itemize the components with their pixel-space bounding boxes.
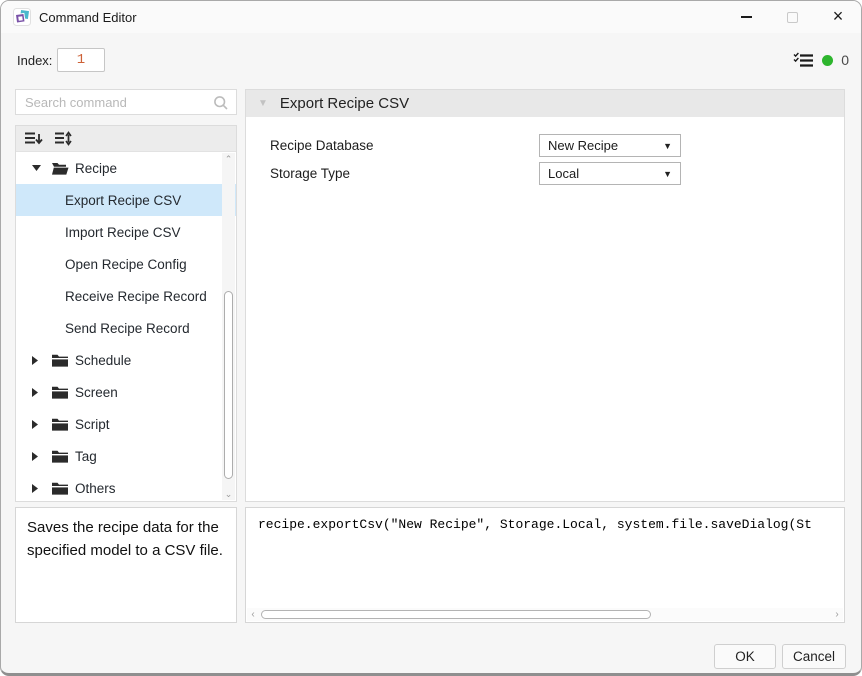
- tree-label: Script: [75, 417, 110, 432]
- detail-panel-title: Export Recipe CSV: [280, 95, 409, 112]
- chevron-collapsed-icon[interactable]: [32, 420, 41, 429]
- recipe-database-label: Recipe Database: [270, 138, 374, 153]
- storage-type-value: Local: [548, 166, 579, 181]
- status-green-dot-icon: [822, 55, 833, 66]
- folder-open-icon: [52, 162, 69, 175]
- error-count: 0: [841, 52, 849, 68]
- expand-all-button[interactable]: [55, 131, 73, 146]
- field-row-recipe-database: Recipe Database New Recipe ▼: [246, 134, 844, 157]
- tree-item-send-recipe-record[interactable]: Send Recipe Record: [16, 312, 236, 344]
- folder-closed-icon: [52, 450, 68, 463]
- scroll-up-icon[interactable]: ⌃: [222, 153, 235, 165]
- detail-panel-header[interactable]: ▼ Export Recipe CSV: [246, 90, 844, 117]
- chevron-collapsed-icon[interactable]: [32, 484, 41, 493]
- scroll-right-icon[interactable]: ›: [831, 608, 843, 621]
- window-title: Command Editor: [39, 10, 137, 25]
- close-button[interactable]: ×: [815, 1, 861, 33]
- tree-label: Export Recipe CSV: [65, 193, 181, 208]
- tree-folder-schedule[interactable]: Schedule: [16, 344, 236, 376]
- cancel-button[interactable]: Cancel: [782, 644, 846, 669]
- folder-closed-icon: [52, 354, 68, 367]
- search-input[interactable]: [16, 90, 236, 114]
- scroll-down-icon[interactable]: ⌄: [222, 488, 235, 500]
- tree-folder-recipe[interactable]: Recipe: [16, 152, 236, 184]
- code-hscrollbar[interactable]: ‹ ›: [247, 608, 843, 621]
- titlebar: Command Editor ×: [1, 1, 861, 33]
- tree-folder-screen[interactable]: Screen: [16, 376, 236, 408]
- collapse-all-button[interactable]: [25, 131, 43, 146]
- tree-label: Tag: [75, 449, 97, 464]
- tree-label: Schedule: [75, 353, 131, 368]
- folder-closed-icon: [52, 418, 68, 431]
- ok-button[interactable]: OK: [714, 644, 776, 669]
- status-cluster: 0: [793, 50, 849, 70]
- tree-rows: Recipe Export Recipe CSV Import Recipe C…: [16, 152, 236, 501]
- tree-label: Import Recipe CSV: [65, 225, 181, 240]
- tree-label: Send Recipe Record: [65, 321, 190, 336]
- tree-folder-others[interactable]: Others: [16, 472, 236, 501]
- command-editor-window: Command Editor × Index: 0: [0, 0, 862, 676]
- code-hscrollbar-thumb[interactable]: [261, 610, 651, 619]
- chevron-down-icon: ▼: [663, 169, 672, 179]
- tree-label: Screen: [75, 385, 118, 400]
- chevron-collapsed-icon[interactable]: [32, 356, 41, 365]
- tree-item-export-recipe-csv[interactable]: Export Recipe CSV: [16, 184, 236, 216]
- tree-item-import-recipe-csv[interactable]: Import Recipe CSV: [16, 216, 236, 248]
- recipe-database-select[interactable]: New Recipe ▼: [539, 134, 681, 157]
- error-list-icon[interactable]: [793, 52, 814, 69]
- minimize-button[interactable]: [723, 1, 769, 33]
- scroll-left-icon[interactable]: ‹: [247, 608, 259, 621]
- storage-type-select[interactable]: Local ▼: [539, 162, 681, 185]
- tree-item-receive-recipe-record[interactable]: Receive Recipe Record: [16, 280, 236, 312]
- recipe-database-value: New Recipe: [548, 138, 618, 153]
- storage-type-label: Storage Type: [270, 166, 350, 181]
- tree-label: Recipe: [75, 161, 117, 176]
- chevron-collapsed-icon[interactable]: [32, 452, 41, 461]
- index-label: Index:: [17, 53, 52, 68]
- maximize-icon: [787, 12, 798, 23]
- command-tree: Recipe Export Recipe CSV Import Recipe C…: [15, 125, 237, 502]
- tree-scrollbar-thumb[interactable]: [224, 291, 233, 479]
- chevron-down-icon: ▼: [663, 141, 672, 151]
- tree-folder-tag[interactable]: Tag: [16, 440, 236, 472]
- tree-label: Open Recipe Config: [65, 257, 187, 272]
- app-logo-icon: [13, 8, 31, 26]
- tree-label: Receive Recipe Record: [65, 289, 207, 304]
- minimize-icon: [741, 16, 752, 18]
- command-detail-panel: ▼ Export Recipe CSV Recipe Database New …: [245, 89, 845, 502]
- chevron-collapsed-icon[interactable]: [32, 388, 41, 397]
- code-preview: recipe.exportCsv("New Recipe", Storage.L…: [245, 507, 845, 623]
- search-icon: [213, 95, 229, 111]
- tree-toolbar: [16, 126, 236, 152]
- tree-item-open-recipe-config[interactable]: Open Recipe Config: [16, 248, 236, 280]
- folder-closed-icon: [52, 386, 68, 399]
- folder-closed-icon: [52, 482, 68, 495]
- search-box: [15, 89, 237, 115]
- close-icon: ×: [833, 7, 844, 25]
- code-text: recipe.exportCsv("New Recipe", Storage.L…: [258, 517, 842, 532]
- chevron-expanded-icon[interactable]: [32, 165, 41, 171]
- tree-folder-script[interactable]: Script: [16, 408, 236, 440]
- tree-scrollbar[interactable]: ⌃ ⌄: [222, 153, 235, 500]
- collapse-section-icon[interactable]: ▼: [258, 98, 268, 109]
- field-row-storage-type: Storage Type Local ▼: [246, 162, 844, 185]
- tree-label: Others: [75, 481, 116, 496]
- command-description: Saves the recipe data for the specified …: [15, 507, 237, 623]
- maximize-button: [769, 1, 815, 33]
- index-input[interactable]: [57, 48, 105, 72]
